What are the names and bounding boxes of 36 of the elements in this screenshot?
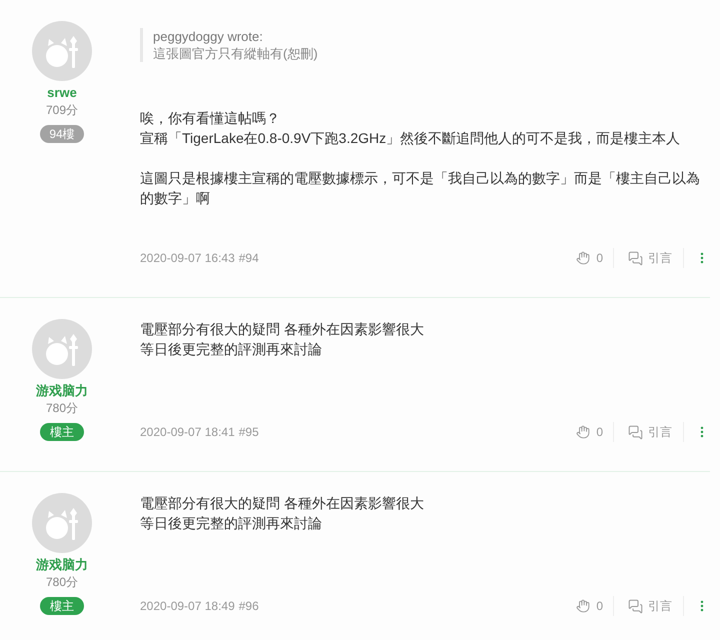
quote-author: peggydoggy wrote: — [153, 28, 264, 45]
floor-badge: 樓主 — [40, 597, 84, 615]
quote-button[interactable]: 引言 — [628, 597, 672, 615]
quote-text: 這張圖官方只有縱軸有(恕刪) — [153, 45, 318, 62]
user-score: 709分 — [46, 102, 78, 118]
username-link[interactable]: 游戏脑力 — [36, 556, 88, 574]
speech-bubbles-icon — [628, 598, 643, 614]
username-link[interactable]: 游戏脑力 — [36, 382, 88, 400]
floor-badge: 樓主 — [40, 423, 84, 441]
speech-bubbles-icon — [628, 250, 643, 266]
hand-icon — [576, 251, 590, 265]
hand-icon — [576, 599, 590, 613]
quote-button[interactable]: 引言 — [628, 423, 672, 441]
post-paragraph: 電壓部分有很大的疑問 各種外在因素影響很大 等日後更完整的評測再來討論 — [140, 494, 425, 533]
clap-button[interactable]: 0 — [576, 249, 603, 267]
clap-button[interactable]: 0 — [576, 423, 603, 441]
post-paragraph: 電壓部分有很大的疑問 各種外在因素影響很大 等日後更完整的評測再來討論 — [140, 320, 425, 359]
post-paragraph: 唉，你有看懂這帖嗎？ 宣稱「TigerLake在0.8-0.9V下跑3.2GHz」然後不斷追問他人的可不是我，而是樓主本人 — [140, 109, 682, 148]
username-link[interactable]: srwe — [47, 84, 77, 102]
speech-bubbles-icon — [628, 424, 643, 440]
post-number: #95 — [238, 424, 259, 441]
post-number: #96 — [238, 598, 259, 615]
avatar-icon — [32, 21, 92, 81]
floor-badge: 94樓 — [40, 125, 84, 143]
user-score: 780分 — [46, 400, 78, 416]
quote-button[interactable]: 引言 — [628, 249, 672, 267]
post-timestamp: 2020-09-07 16:43 — [140, 250, 235, 267]
user-score: 780分 — [46, 574, 78, 590]
avatar-icon — [32, 493, 92, 553]
post-paragraph: 這圖只是根據樓主宣稱的電壓數據標示，可不是「我自己以為的數字」而是「樓主自己以為的數字」啊 — [140, 169, 701, 208]
post-number: #94 — [238, 250, 259, 267]
hand-icon — [576, 425, 590, 439]
post-timestamp: 2020-09-07 18:41 — [140, 424, 235, 441]
post-timestamp: 2020-09-07 18:49 — [140, 598, 235, 615]
avatar-icon — [32, 319, 92, 379]
clap-button[interactable]: 0 — [576, 597, 603, 615]
